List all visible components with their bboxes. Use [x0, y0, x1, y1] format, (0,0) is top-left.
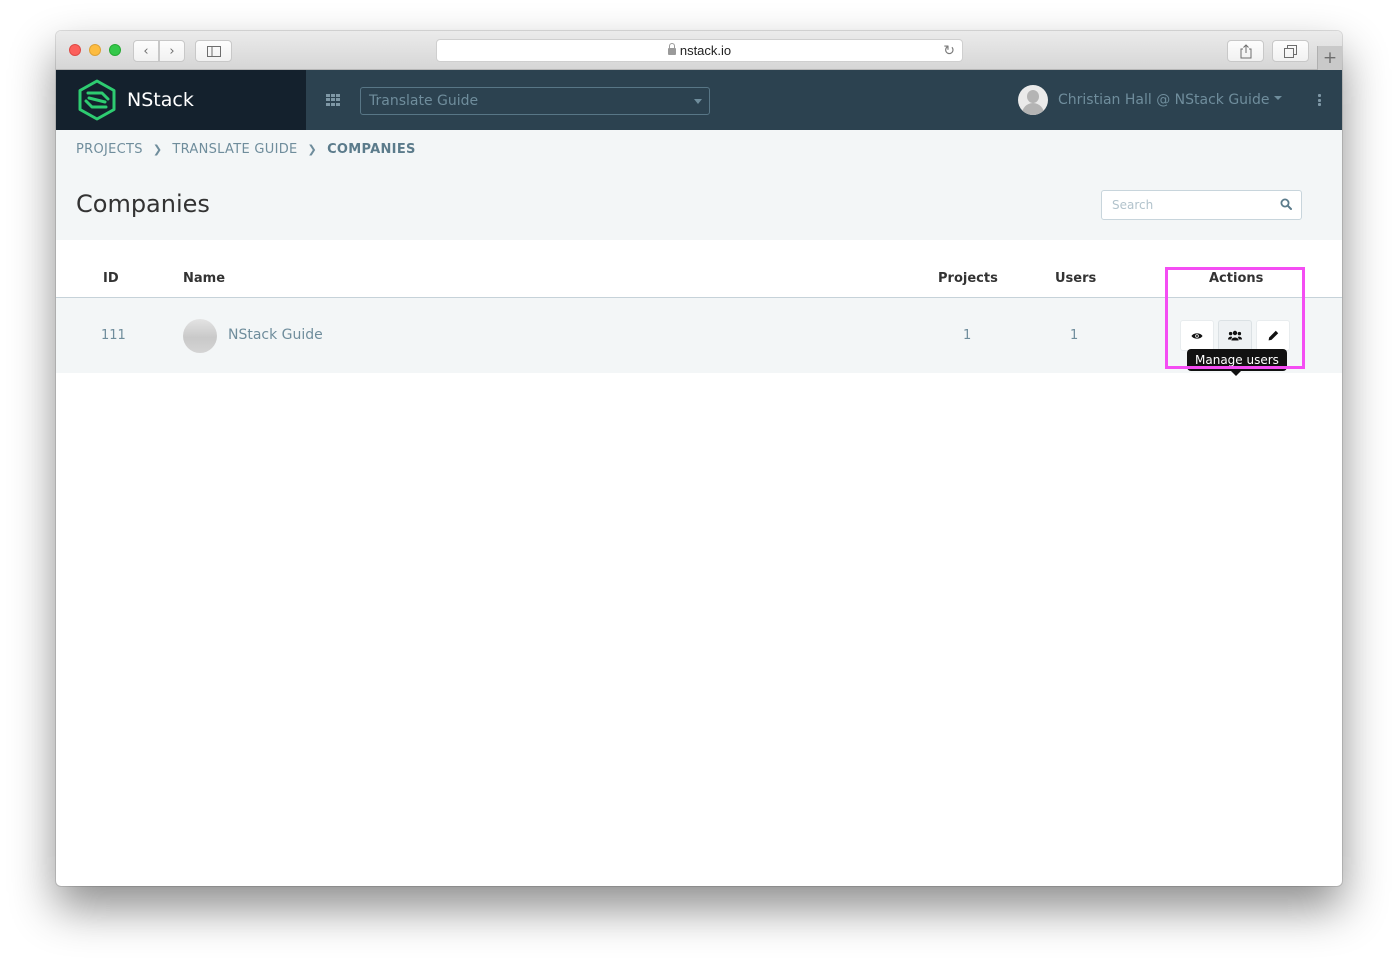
reload-icon[interactable]: ↻ — [943, 42, 955, 59]
manage-users-tooltip: Manage users — [1187, 349, 1287, 376]
brand[interactable]: NStack — [56, 70, 306, 130]
column-header-projects: Projects — [938, 271, 998, 286]
url-text: nstack.io — [679, 43, 732, 58]
plus-icon: + — [1322, 48, 1338, 68]
breadcrumb: PROJECTS ❯ TRANSLATE GUIDE ❯ COMPANIES — [76, 142, 416, 157]
chevron-right-icon: › — [169, 43, 175, 59]
company-logo — [183, 319, 217, 353]
search-icon[interactable] — [1280, 198, 1292, 210]
back-button[interactable]: ‹ — [133, 40, 159, 62]
project-select-value: Translate Guide — [369, 93, 479, 109]
project-select[interactable]: Translate Guide — [360, 87, 710, 115]
column-header-name: Name — [183, 271, 226, 286]
breadcrumb-separator-icon: ❯ — [307, 143, 318, 156]
company-name-link[interactable]: NStack Guide — [228, 327, 323, 343]
caret-down-icon — [1274, 96, 1283, 100]
eye-icon — [1191, 332, 1203, 339]
apps-grid-icon[interactable] — [326, 94, 340, 106]
breadcrumb-separator-icon: ❯ — [152, 143, 163, 156]
lock-icon — [667, 43, 676, 55]
forward-button[interactable]: › — [159, 40, 185, 62]
row-actions — [1180, 320, 1290, 351]
page-header: PROJECTS ❯ TRANSLATE GUIDE ❯ COMPANIES C… — [56, 130, 1342, 240]
more-vertical-icon[interactable] — [1318, 94, 1321, 106]
company-projects-count: 1 — [963, 328, 972, 343]
company-users-count: 1 — [1070, 328, 1079, 343]
sidebar-toggle-button[interactable] — [195, 40, 232, 62]
sidebar-icon — [206, 45, 221, 57]
view-button[interactable] — [1180, 320, 1214, 351]
table-header: ID Name Projects Users Actions — [56, 240, 1342, 298]
column-header-id: ID — [103, 271, 119, 286]
brand-name: NStack — [127, 89, 194, 111]
breadcrumb-companies: COMPANIES — [327, 142, 416, 157]
users-icon — [1228, 330, 1242, 341]
user-name: Christian Hall @ NStack Guide — [1058, 92, 1270, 108]
manage-users-button[interactable] — [1218, 320, 1252, 351]
share-button[interactable] — [1227, 40, 1264, 62]
breadcrumb-translate-guide[interactable]: TRANSLATE GUIDE — [172, 142, 297, 157]
column-header-actions: Actions — [1209, 271, 1264, 286]
user-menu[interactable]: Christian Hall @ NStack Guide — [1018, 85, 1283, 115]
address-bar[interactable]: nstack.io ↻ — [436, 39, 963, 62]
tabs-icon — [1284, 44, 1297, 58]
user-avatar — [1018, 85, 1048, 115]
chevron-left-icon: ‹ — [143, 43, 149, 59]
company-id: 111 — [101, 328, 126, 343]
new-tab-button[interactable]: + — [1317, 46, 1342, 70]
browser-toolbar: ‹ › nstack.io ↻ + — [56, 31, 1342, 70]
browser-window: ‹ › nstack.io ↻ + NStack Translate Guide… — [56, 31, 1342, 886]
column-header-users: Users — [1055, 271, 1097, 286]
zoom-window-button[interactable] — [109, 44, 121, 56]
table-row: 111 NStack Guide 1 1 Manage users — [56, 298, 1342, 376]
breadcrumb-projects[interactable]: PROJECTS — [76, 142, 143, 157]
share-icon — [1240, 43, 1251, 58]
search-input[interactable] — [1112, 198, 1272, 212]
close-window-button[interactable] — [69, 44, 81, 56]
app-header: NStack Translate Guide Christian Hall @ … — [56, 70, 1342, 130]
page-title: Companies — [76, 190, 210, 218]
companies-table: ID Name Projects Users Actions 111 NStac… — [56, 240, 1342, 376]
minimize-window-button[interactable] — [89, 44, 101, 56]
caret-down-icon — [694, 99, 702, 104]
nstack-logo-icon — [78, 79, 116, 121]
show-tabs-button[interactable] — [1272, 40, 1309, 62]
pencil-icon — [1268, 330, 1278, 341]
search-field[interactable] — [1101, 190, 1302, 220]
edit-button[interactable] — [1256, 320, 1290, 351]
